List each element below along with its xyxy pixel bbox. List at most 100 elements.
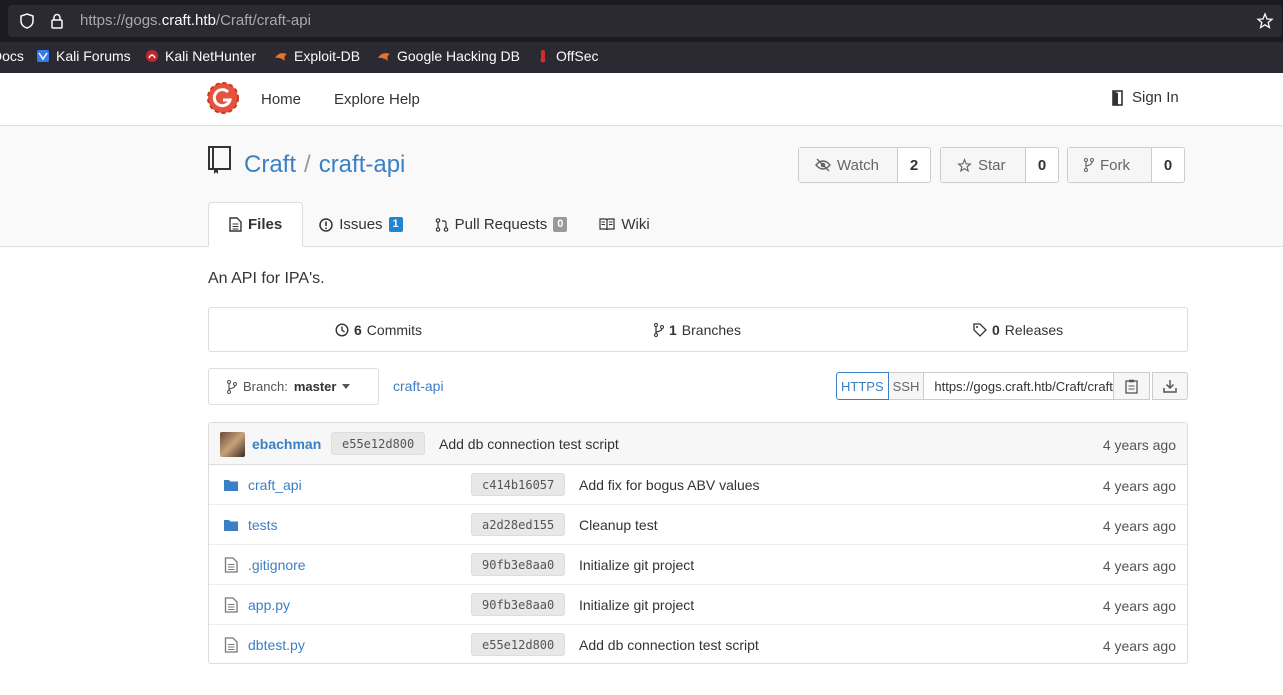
kali-forums-icon xyxy=(37,50,49,62)
exploitdb-icon xyxy=(275,53,287,61)
commit-sha-link[interactable]: c414b16057 xyxy=(471,473,566,496)
star-button-group: Star 0 xyxy=(940,147,1059,183)
watch-count[interactable]: 2 xyxy=(898,148,930,182)
file-text-icon xyxy=(229,217,242,232)
issue-opened-icon xyxy=(319,217,333,232)
latest-commit-row: ebachman e55e12d800 Add db connection te… xyxy=(209,423,1187,465)
commit-age: 4 years ago xyxy=(1102,558,1176,574)
nav-explore[interactable]: Explore xyxy=(334,91,385,108)
repo-book-icon xyxy=(208,146,231,174)
address-bar[interactable]: https://gogs.craft.htb/Craft/craft-api xyxy=(8,5,1282,37)
bookmark-label: Kali NetHunter xyxy=(165,48,257,64)
bookmark-label: Exploit-DB xyxy=(294,48,361,64)
tag-icon xyxy=(973,323,987,337)
ghdb-icon xyxy=(378,53,390,61)
lock-icon[interactable] xyxy=(48,12,66,30)
download-archive-button[interactable] xyxy=(1152,372,1189,400)
ssh-clone-button[interactable]: SSH xyxy=(888,372,925,400)
eye-slash-icon xyxy=(815,158,831,172)
bookmark-star-icon[interactable] xyxy=(1256,12,1274,30)
watch-button[interactable]: Watch xyxy=(799,148,898,182)
shield-icon[interactable] xyxy=(18,12,36,30)
releases-label: Releases xyxy=(1004,322,1064,338)
commit-sha-link[interactable]: 90fb3e8aa0 xyxy=(471,593,566,616)
clipboard-icon xyxy=(1125,379,1139,394)
repo-tabs: Files Issues 1 Pull Requests 0 Wiki xyxy=(208,202,666,247)
file-name-link[interactable]: craft_api xyxy=(248,477,302,493)
watch-button-group: Watch 2 xyxy=(798,147,931,183)
bookmark-kali-forums[interactable]: Kali Forums xyxy=(36,48,131,64)
commit-message-link[interactable]: Initialize git project xyxy=(579,597,694,613)
bookmark-exploit-db[interactable]: Exploit-DB xyxy=(274,48,360,64)
repo-owner-link[interactable]: Craft xyxy=(244,151,296,178)
file-name-link[interactable]: .gitignore xyxy=(248,557,306,573)
commit-message-link[interactable]: Add db connection test script xyxy=(579,637,759,653)
commit-message-link[interactable]: Add fix for bogus ABV values xyxy=(579,477,760,493)
commit-message-link[interactable]: Cleanup test xyxy=(579,517,658,533)
tab-label: Wiki xyxy=(621,216,650,233)
repo-path-link[interactable]: craft-api xyxy=(393,378,444,394)
bookmark-offsec[interactable]: OffSec xyxy=(536,48,599,64)
table-row: tests a2d28ed155 Cleanup test 4 years ag… xyxy=(209,505,1187,545)
repo-breadcrumb: Craft / craft-api xyxy=(244,151,405,179)
branch-icon xyxy=(654,323,664,337)
fork-button[interactable]: Fork xyxy=(1068,148,1152,182)
clone-url-input[interactable]: https://gogs.craft.htb/Craft/craft-api.g… xyxy=(924,372,1115,400)
history-icon xyxy=(335,323,349,337)
offsec-icon xyxy=(540,50,546,63)
bookmark-kali-nethunter[interactable]: Kali NetHunter xyxy=(145,48,256,64)
bookmark-docs[interactable]: Docs xyxy=(0,48,24,64)
fork-label: Fork xyxy=(1100,156,1130,174)
tab-pull-requests[interactable]: Pull Requests 0 xyxy=(419,202,584,247)
releases-link[interactable]: 0 Releases xyxy=(973,322,1063,338)
bookmark-label: Google Hacking DB xyxy=(397,48,520,64)
tab-issues[interactable]: Issues 1 xyxy=(303,202,418,247)
commit-age: 4 years ago xyxy=(1102,437,1176,453)
branches-link[interactable]: 1 Branches xyxy=(654,322,741,338)
pull-request-icon xyxy=(435,217,448,232)
sign-in-link[interactable]: Sign In xyxy=(1110,89,1179,106)
bookmark-label: OffSec xyxy=(556,48,599,64)
repo-header: Craft / craft-api Watch 2 Star 0 Fork 0 Fi… xyxy=(0,126,1283,247)
file-name-link[interactable]: dbtest.py xyxy=(248,637,305,653)
file-text-icon xyxy=(224,557,238,573)
star-icon xyxy=(957,157,972,172)
star-label: Star xyxy=(978,156,1006,174)
commit-sha-link[interactable]: a2d28ed155 xyxy=(471,513,566,536)
repo-name-link[interactable]: craft-api xyxy=(319,151,406,178)
fork-count[interactable]: 0 xyxy=(1152,148,1184,182)
commit-message-link[interactable]: Initialize git project xyxy=(579,557,694,573)
commit-author-link[interactable]: ebachman xyxy=(252,436,321,452)
folder-icon xyxy=(224,520,238,531)
branch-icon xyxy=(227,379,237,394)
https-clone-button[interactable]: HTTPS xyxy=(836,372,889,400)
url-text: https://gogs.craft.htb/Craft/craft-api xyxy=(80,12,311,29)
commit-sha-link[interactable]: e55e12d800 xyxy=(331,432,426,455)
browser-toolbar: https://gogs.craft.htb/Craft/craft-api xyxy=(0,0,1283,42)
file-text-icon xyxy=(224,597,238,613)
fork-button-group: Fork 0 xyxy=(1067,147,1185,183)
nav-home[interactable]: Home xyxy=(261,91,301,108)
file-name-link[interactable]: app.py xyxy=(248,597,290,613)
tab-wiki[interactable]: Wiki xyxy=(583,202,665,247)
commit-age: 4 years ago xyxy=(1102,598,1176,614)
commits-link[interactable]: 6 Commits xyxy=(335,322,422,338)
releases-count: 0 xyxy=(992,322,1000,338)
branch-dropdown[interactable]: Branch: master xyxy=(208,368,379,405)
author-avatar[interactable] xyxy=(220,432,245,457)
tab-files[interactable]: Files xyxy=(208,202,304,247)
bookmark-ghdb[interactable]: Google Hacking DB xyxy=(377,48,520,64)
star-count[interactable]: 0 xyxy=(1026,148,1058,182)
table-row: .gitignore 90fb3e8aa0 Initialize git pro… xyxy=(209,545,1187,585)
branch-name: master xyxy=(293,379,337,394)
gogs-logo-icon[interactable] xyxy=(207,82,239,114)
star-button[interactable]: Star xyxy=(941,148,1026,182)
copy-clone-url-button[interactable] xyxy=(1114,372,1151,400)
commit-sha-link[interactable]: e55e12d800 xyxy=(471,633,566,656)
table-row: dbtest.py e55e12d800 Add db connection t… xyxy=(209,625,1187,663)
commit-sha-link[interactable]: 90fb3e8aa0 xyxy=(471,553,566,576)
nav-help[interactable]: Help xyxy=(389,91,420,108)
clone-controls: HTTPS SSH https://gogs.craft.htb/Craft/c… xyxy=(836,372,1189,400)
table-row: app.py 90fb3e8aa0 Initialize git project… xyxy=(209,585,1187,625)
file-name-link[interactable]: tests xyxy=(248,517,278,533)
